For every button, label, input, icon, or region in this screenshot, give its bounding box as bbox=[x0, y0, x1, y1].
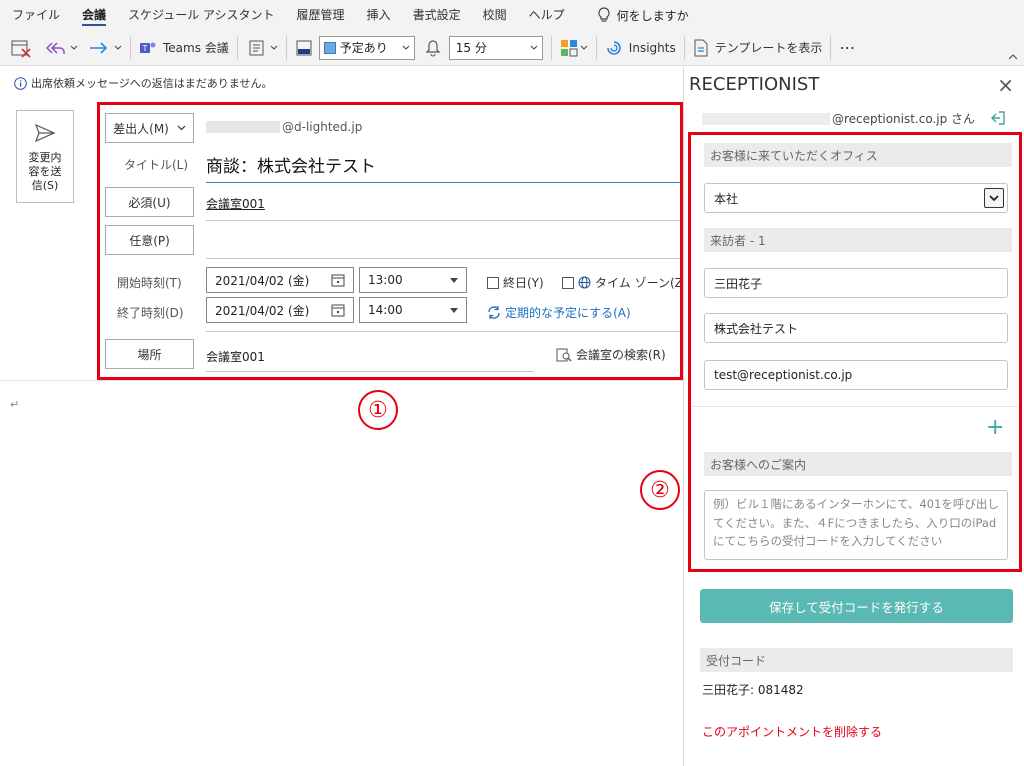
menu-history[interactable]: 履歴管理 bbox=[297, 0, 345, 30]
menu-help[interactable]: ヘルプ bbox=[529, 0, 565, 30]
meeting-notes-icon[interactable] bbox=[246, 34, 268, 62]
tell-me[interactable]: 何をしますか bbox=[597, 7, 689, 24]
chevron-down-icon[interactable] bbox=[70, 34, 78, 62]
insights-button[interactable]: Insights bbox=[605, 34, 676, 62]
template-button[interactable]: テンプレートを表示 bbox=[693, 34, 823, 62]
categorize-icon[interactable] bbox=[560, 34, 578, 62]
reply-all-icon[interactable] bbox=[44, 34, 66, 62]
annotation-number-1: ① bbox=[358, 390, 398, 430]
chevron-down-icon[interactable] bbox=[580, 34, 588, 62]
insights-label: Insights bbox=[628, 40, 676, 55]
separator bbox=[595, 35, 597, 60]
separator bbox=[285, 35, 287, 60]
delete-appointment-link[interactable]: このアポイントメントを削除する bbox=[702, 723, 882, 740]
forward-icon[interactable] bbox=[88, 34, 110, 62]
svg-text:T: T bbox=[142, 44, 148, 53]
insights-icon bbox=[605, 39, 623, 57]
chevron-down-icon[interactable] bbox=[270, 34, 278, 62]
info-icon bbox=[14, 76, 27, 90]
ribbon-menu: ファイル 会議 スケジュール アシスタント 履歴管理 挿入 書式設定 校閲 ヘル… bbox=[0, 0, 1024, 30]
menu-schedule-assistant[interactable]: スケジュール アシスタント bbox=[128, 0, 275, 30]
menu-meeting[interactable]: 会議 bbox=[82, 0, 107, 30]
logout-icon[interactable] bbox=[990, 110, 1006, 126]
show-as-dropdown[interactable]: 予定あり bbox=[318, 35, 415, 60]
collapse-ribbon-icon[interactable] bbox=[1008, 54, 1018, 60]
redacted-block bbox=[702, 112, 830, 125]
menu-format[interactable]: 書式設定 bbox=[413, 0, 461, 30]
menu-file[interactable]: ファイル bbox=[12, 0, 60, 30]
highlight-box-2 bbox=[688, 132, 1022, 572]
more-options-button[interactable]: ⋯ bbox=[839, 34, 856, 62]
template-icon bbox=[693, 39, 709, 57]
account-text: @receptionist.co.jp さん bbox=[832, 112, 976, 126]
account-line: @receptionist.co.jp さん bbox=[702, 110, 975, 127]
send-update-button[interactable]: 変更内 容を送 信(S) bbox=[16, 110, 74, 203]
separator bbox=[683, 35, 685, 60]
close-icon[interactable]: × bbox=[997, 73, 1014, 97]
body-paragraph-mark[interactable]: ↵ bbox=[10, 398, 19, 411]
menu-insert[interactable]: 挿入 bbox=[367, 0, 391, 30]
reminder-value: 15 分 bbox=[455, 41, 487, 55]
busy-swatch bbox=[323, 41, 336, 54]
bell-icon bbox=[425, 34, 441, 62]
separator bbox=[130, 35, 131, 60]
menu-review[interactable]: 校閲 bbox=[483, 0, 507, 30]
code-value: 三田花子: 081482 bbox=[702, 683, 804, 697]
chevron-down-icon bbox=[402, 45, 410, 51]
show-as-value: 予定あり bbox=[339, 41, 388, 55]
info-bar: 出席依頼メッセージへの返信はまだありません。 bbox=[0, 67, 683, 99]
lightbulb-icon bbox=[597, 7, 611, 23]
info-text: 出席依頼メッセージへの返信はまだありません。 bbox=[31, 77, 273, 90]
template-label: テンプレートを表示 bbox=[714, 41, 823, 55]
ribbon-toolbar: T Teams 会議 予定あり 15 分 Insights テンプレートを表示 … bbox=[0, 30, 1024, 66]
reminder-dropdown[interactable]: 15 分 bbox=[448, 35, 543, 60]
annotation-number-2: ② bbox=[640, 470, 680, 510]
teams-icon: T bbox=[139, 40, 157, 56]
teams-meeting-button[interactable]: T Teams 会議 bbox=[139, 34, 229, 62]
panel-title: RECEPTIONIST bbox=[689, 74, 820, 95]
teams-label: Teams 会議 bbox=[163, 41, 229, 55]
code-section-header: 受付コード bbox=[700, 648, 1013, 672]
send-update-label: 変更内 容を送 信(S) bbox=[28, 151, 62, 192]
separator bbox=[236, 35, 238, 60]
tell-me-text: 何をしますか bbox=[616, 8, 689, 23]
cancel-meeting-icon[interactable] bbox=[10, 34, 32, 62]
save-issue-code-button[interactable]: 保存して受付コードを発行する bbox=[700, 589, 1013, 623]
chevron-down-icon[interactable] bbox=[114, 34, 122, 62]
separator bbox=[830, 35, 832, 60]
show-as-color-icon bbox=[295, 34, 313, 62]
send-icon bbox=[34, 123, 56, 143]
receptionist-panel: RECEPTIONIST × @receptionist.co.jp さん お客… bbox=[683, 67, 1024, 766]
highlight-box-1 bbox=[97, 102, 683, 380]
separator bbox=[550, 35, 552, 60]
body-divider bbox=[0, 380, 683, 381]
chevron-down-icon bbox=[530, 45, 538, 51]
